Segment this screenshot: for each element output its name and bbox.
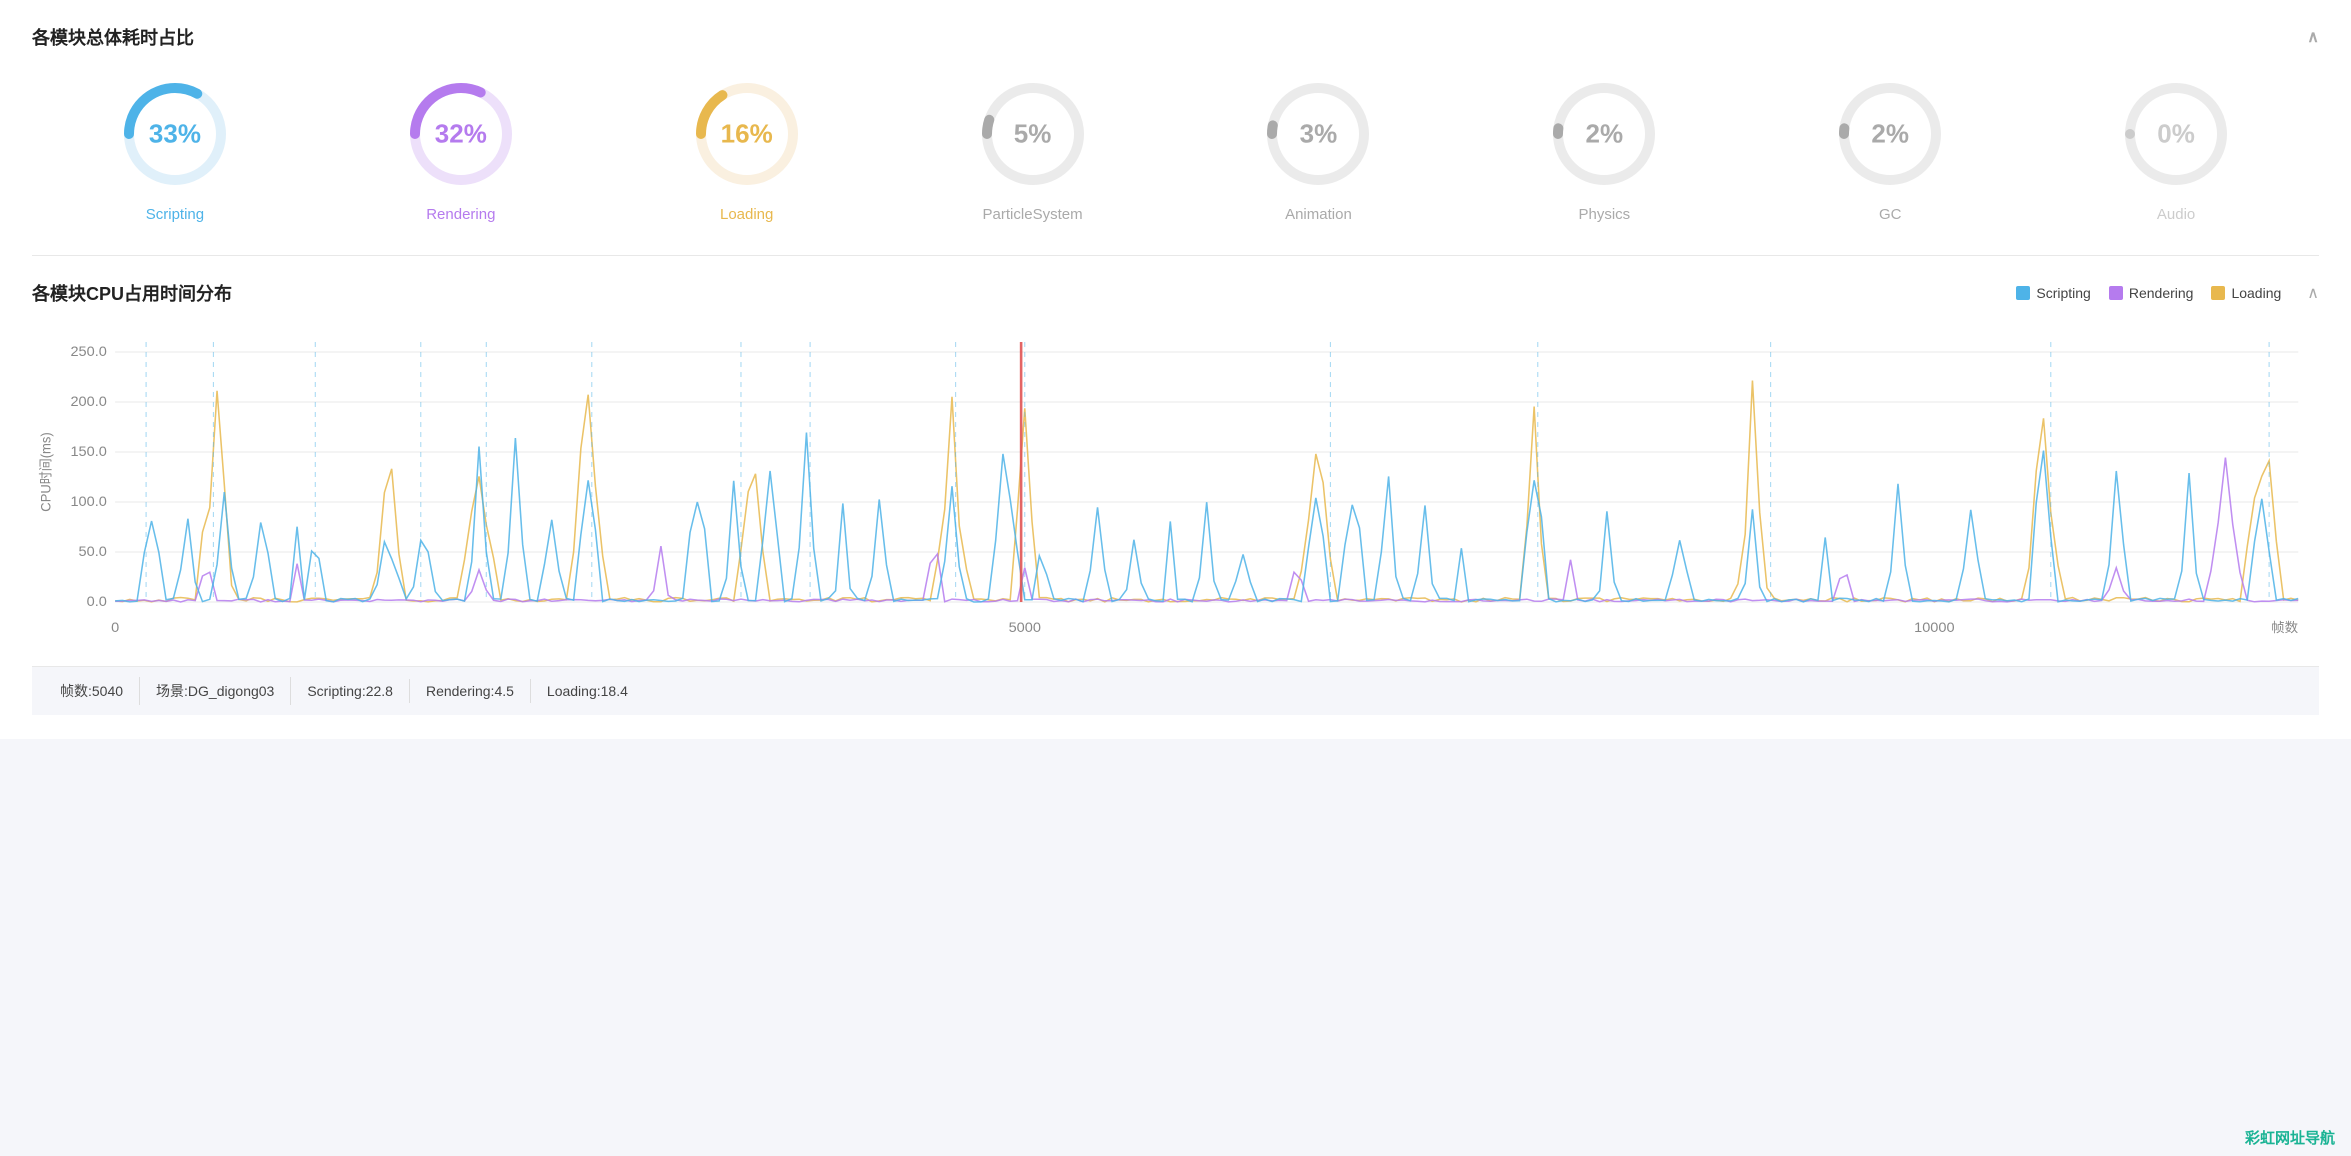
- donut-rendering: 32%: [401, 74, 521, 194]
- donut-center-loading: 16%: [721, 119, 773, 150]
- legend-label-loading: Loading: [2231, 285, 2281, 301]
- brand[interactable]: 彩虹网址导航: [2245, 1127, 2335, 1148]
- svg-text:100.0: 100.0: [70, 494, 106, 510]
- cpu-chart: 0.0 50.0 100.0 150.0 200.0 250.0 CPU时间(ms) 0 500…: [32, 322, 2319, 642]
- section1-title: 各模块总体耗时占比: [32, 24, 194, 50]
- donut-animation: 3%: [1258, 74, 1378, 194]
- main-container: 各模块总体耗时占比 ∧ 33% Scripting 32% Rendering: [0, 0, 2351, 739]
- svg-text:0: 0: [111, 620, 119, 636]
- pie-item-physics: 2% Physics: [1461, 74, 1747, 223]
- status-frame: 帧数:5040: [52, 677, 140, 705]
- section1-collapse-icon[interactable]: ∧: [2307, 27, 2319, 47]
- pie-label-gc: GC: [1879, 206, 1902, 223]
- donut-center-gc: 2%: [1871, 119, 1909, 150]
- donut-loading: 16%: [687, 74, 807, 194]
- status-rendering: Rendering:4.5: [410, 679, 531, 703]
- divider: [32, 255, 2319, 256]
- pie-label-animation: Animation: [1285, 206, 1352, 223]
- pie-label-loading: Loading: [720, 206, 773, 223]
- donut-center-particlesystem: 5%: [1014, 119, 1052, 150]
- donut-physics: 2%: [1544, 74, 1664, 194]
- donut-gc: 2%: [1830, 74, 1950, 194]
- chart-area: 0.0 50.0 100.0 150.0 200.0 250.0 CPU时间(ms) 0 500…: [32, 322, 2319, 642]
- status-scene: 场景:DG_digong03: [140, 677, 291, 705]
- legend-item-loading: Loading: [2211, 285, 2281, 301]
- status-scripting: Scripting:22.8: [291, 679, 410, 703]
- svg-text:5000: 5000: [1009, 620, 1041, 636]
- pie-item-loading: 16% Loading: [604, 74, 890, 223]
- svg-text:CPU时间(ms): CPU时间(ms): [38, 432, 53, 511]
- pie-item-rendering: 32% Rendering: [318, 74, 604, 223]
- pie-item-gc: 2% GC: [1747, 74, 2033, 223]
- pie-item-particlesystem: 5% ParticleSystem: [890, 74, 1176, 223]
- svg-text:10000: 10000: [1914, 620, 1954, 636]
- svg-text:0.0: 0.0: [87, 594, 107, 610]
- donut-center-physics: 2%: [1586, 119, 1624, 150]
- legend-dot-rendering: [2109, 286, 2123, 300]
- pie-label-rendering: Rendering: [426, 206, 495, 223]
- pie-label-particlesystem: ParticleSystem: [983, 206, 1083, 223]
- pie-row: 33% Scripting 32% Rendering 16% Loading: [32, 74, 2319, 223]
- section1-header: 各模块总体耗时占比 ∧: [32, 24, 2319, 50]
- status-loading: Loading:18.4: [531, 679, 644, 703]
- section2-collapse-icon[interactable]: ∧: [2307, 283, 2319, 303]
- pie-label-scripting: Scripting: [146, 206, 204, 223]
- legend-item-rendering: Rendering: [2109, 285, 2194, 301]
- donut-scripting: 33%: [115, 74, 235, 194]
- status-bar: 帧数:5040 场景:DG_digong03 Scripting:22.8 Re…: [32, 666, 2319, 715]
- donut-center-animation: 3%: [1300, 119, 1338, 150]
- section2-title: 各模块CPU占用时间分布: [32, 280, 232, 306]
- donut-audio: 0%: [2116, 74, 2236, 194]
- donut-center-audio: 0%: [2157, 119, 2195, 150]
- legend-label-rendering: Rendering: [2129, 285, 2194, 301]
- donut-particlesystem: 5%: [973, 74, 1093, 194]
- pie-item-scripting: 33% Scripting: [32, 74, 318, 223]
- pie-label-audio: Audio: [2157, 206, 2195, 223]
- pie-label-physics: Physics: [1578, 206, 1630, 223]
- legend-dot-loading: [2211, 286, 2225, 300]
- svg-text:200.0: 200.0: [70, 394, 106, 410]
- section2-header: 各模块CPU占用时间分布 Scripting Rendering Loading…: [32, 280, 2319, 306]
- donut-center-rendering: 32%: [435, 119, 487, 150]
- svg-text:50.0: 50.0: [79, 544, 107, 560]
- donut-center-scripting: 33%: [149, 119, 201, 150]
- svg-text:250.0: 250.0: [70, 344, 106, 360]
- pie-item-audio: 0% Audio: [2033, 74, 2319, 223]
- legend-dot-scripting: [2016, 286, 2030, 300]
- pie-item-animation: 3% Animation: [1176, 74, 1462, 223]
- svg-text:帧数: 帧数: [2271, 620, 2298, 635]
- svg-text:150.0: 150.0: [70, 444, 106, 460]
- legend-item-scripting: Scripting: [2016, 285, 2090, 301]
- legend-label-scripting: Scripting: [2036, 285, 2090, 301]
- legend-row: Scripting Rendering Loading ∧: [2016, 283, 2319, 303]
